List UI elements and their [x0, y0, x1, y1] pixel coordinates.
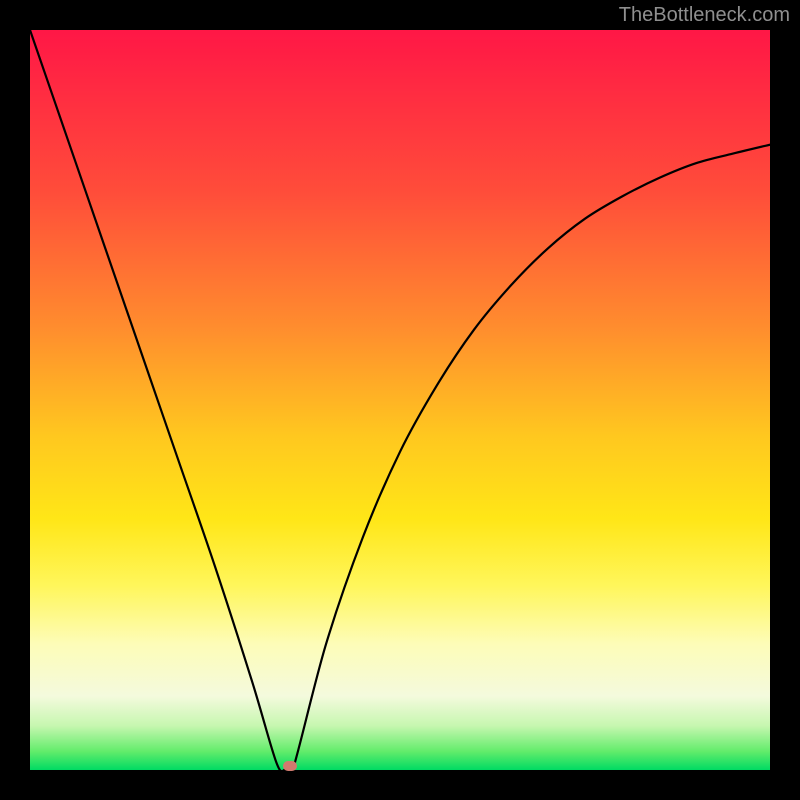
- watermark-text: TheBottleneck.com: [619, 4, 790, 27]
- minimum-marker: [283, 761, 297, 771]
- chart-plot-area: [30, 30, 770, 770]
- chart-stage: TheBottleneck.com: [0, 0, 800, 800]
- bottleneck-curve: [30, 30, 770, 770]
